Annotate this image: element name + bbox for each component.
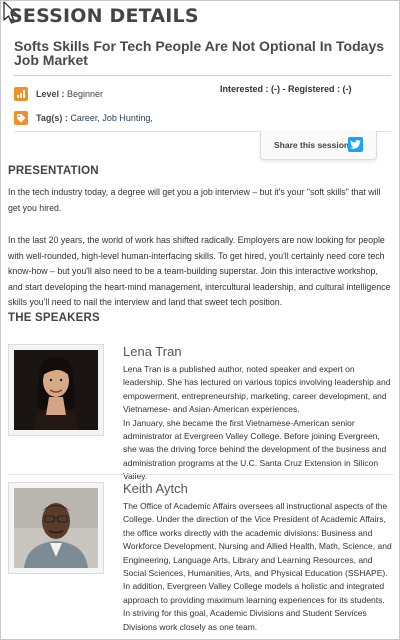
speaker-name: Lena Tran	[123, 344, 182, 359]
speaker-bio: Lena Tran is a published author, noted s…	[123, 364, 391, 482]
level-label: Level :	[36, 89, 65, 99]
level-value: Beginner	[67, 89, 104, 99]
presentation-paragraph-2: In the last 20 years, the world of work …	[8, 235, 391, 307]
presentation-heading: PRESENTATION	[8, 165, 99, 177]
speaker-photo-lena-tran	[8, 344, 104, 436]
tag-icon	[14, 111, 28, 125]
share-panel: Share this session :	[260, 131, 377, 160]
tags-label: Tag(s) :	[36, 113, 68, 123]
speaker-name: Keith Aytch	[123, 481, 188, 496]
keith-aytch-portrait	[14, 488, 98, 568]
tag-link-career[interactable]: Career,	[70, 113, 100, 123]
twitter-share-button[interactable]	[348, 137, 363, 152]
presentation-paragraph-1: In the tech industry today, a degree wil…	[8, 187, 381, 213]
speaker-bio: The Office of Academic Affairs oversees …	[123, 501, 392, 632]
session-title: Softs Skills For Tech People Are Not Opt…	[14, 38, 385, 68]
speaker-photo-keith-aytch	[8, 482, 104, 574]
tags-row: Tag(s) : Career, Job Hunting,	[36, 113, 153, 123]
level-icon	[14, 87, 28, 101]
speakers-heading: THE SPEAKERS	[8, 312, 100, 324]
speaker-divider	[8, 474, 394, 475]
lena-tran-portrait	[14, 350, 98, 430]
page-title: SESSION DETAILS	[9, 5, 199, 27]
interest-registration-counts: Interested : (-) - Registered : (-)	[220, 84, 352, 94]
twitter-icon	[350, 140, 361, 149]
tag-link-job-hunting[interactable]: Job Hunting,	[102, 113, 153, 123]
level-row: Level : Beginner	[36, 89, 103, 99]
share-label: Share this session :	[274, 140, 355, 150]
title-divider	[14, 75, 391, 76]
